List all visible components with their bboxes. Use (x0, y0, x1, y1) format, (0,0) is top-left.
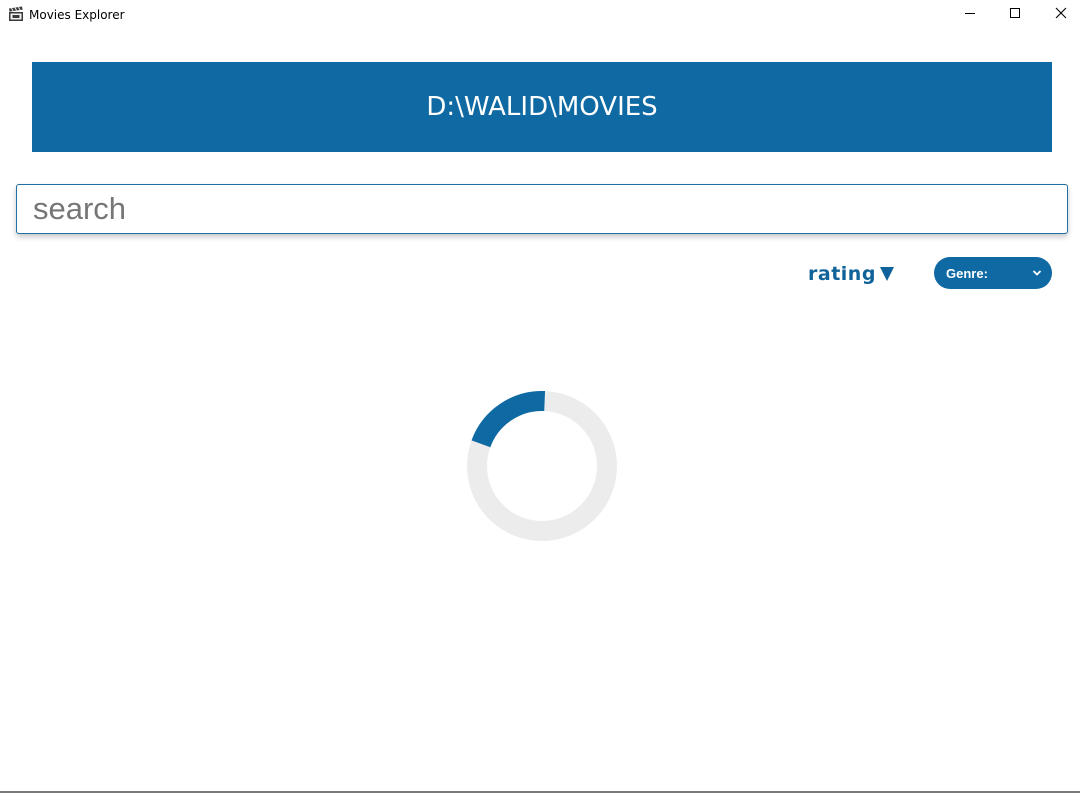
minimize-button[interactable] (947, 0, 993, 30)
title-bar[interactable]: Movies Explorer (0, 0, 1080, 30)
chevron-down-icon (1032, 264, 1042, 282)
close-icon (1055, 6, 1067, 24)
genre-select[interactable]: Genre: (934, 257, 1052, 289)
app-window: Movies Explorer D:\WALID\MOVIES rating G… (0, 0, 1080, 793)
close-button[interactable] (1038, 0, 1080, 30)
folder-path-header: D:\WALID\MOVIES (32, 62, 1052, 152)
search-input[interactable] (16, 184, 1068, 234)
folder-path-title: D:\WALID\MOVIES (426, 92, 658, 122)
clapperboard-icon (8, 6, 24, 22)
maximize-button[interactable] (992, 0, 1038, 30)
sort-rating-button[interactable]: rating (808, 261, 894, 287)
spinner-icon (467, 391, 617, 541)
window-title: Movies Explorer (29, 8, 125, 22)
minimize-icon (964, 6, 976, 24)
loading-spinner (466, 390, 618, 542)
triangle-down-icon (879, 267, 894, 281)
maximize-icon (1009, 6, 1021, 24)
genre-selected-value: Genre: (946, 265, 988, 281)
sort-label: rating (808, 263, 876, 285)
